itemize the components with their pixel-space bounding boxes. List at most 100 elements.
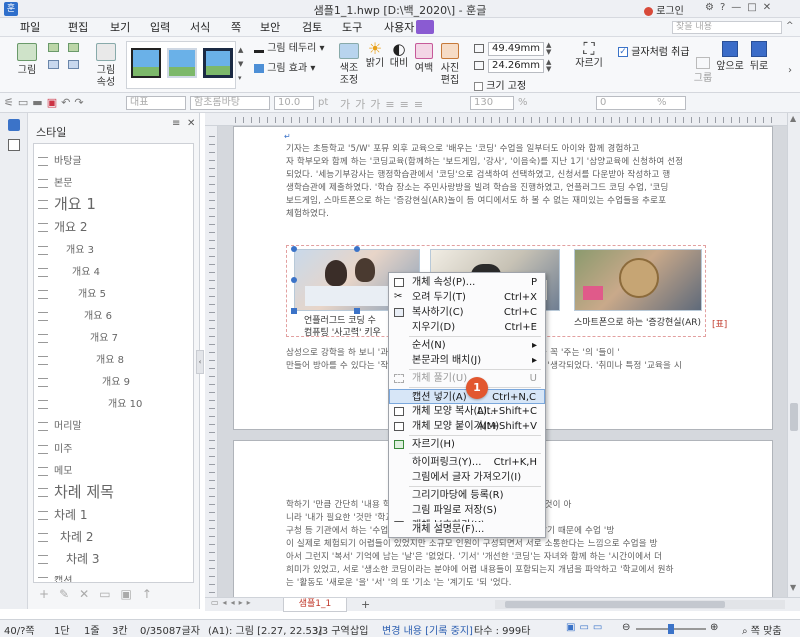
font-select[interactable]: 함초롬바탕 [190, 96, 270, 110]
open-style-icon[interactable]: ▭ [99, 587, 120, 601]
crop-button[interactable]: ⛶ 자르기 [574, 41, 604, 70]
add-tab-icon[interactable]: + [361, 598, 370, 611]
menu-file[interactable]: 파일 [20, 19, 40, 36]
open-icon[interactable]: ▬ [32, 96, 46, 109]
picture-link-icon[interactable] [68, 60, 80, 69]
style-select[interactable]: 대표 [126, 96, 186, 110]
insert-picture-small-icon[interactable] [48, 43, 59, 52]
menu-item-copy[interactable]: 복사하기(C) Ctrl+C [389, 305, 545, 320]
picture-caption-left[interactable]: 언플러그드 코딩 수 컴퓨팅 '사고력' 키우 [304, 315, 381, 339]
resize-handle[interactable] [354, 308, 360, 314]
menu-page[interactable]: 쪽 [231, 19, 241, 36]
menu-item-delete[interactable]: 지우기(D) Ctrl+E [389, 320, 545, 335]
style-item-14[interactable]: 메모 [38, 462, 72, 477]
save-icon[interactable]: ▣ [47, 96, 61, 109]
resize-handle[interactable] [354, 246, 360, 252]
gallery-scroll[interactable]: ▲ ▼ ▾ [238, 43, 243, 85]
zoom-level[interactable]: ⌕ 쪽 맞춤 [742, 622, 782, 637]
style-item-7[interactable]: 개요 6 [38, 307, 112, 322]
status-change-tracking[interactable]: 변경 내용 [기록 중지] [382, 622, 473, 637]
page-tab-icon[interactable] [8, 139, 20, 151]
login-button[interactable]: 로그인 [644, 2, 684, 17]
save-style-icon[interactable]: ▣ [121, 587, 142, 601]
minimize-icon[interactable]: — [731, 2, 747, 13]
picture-style-3[interactable] [203, 48, 233, 78]
style-item-4[interactable]: 개요 3 [38, 241, 94, 256]
vertical-ruler[interactable] [205, 126, 218, 597]
ribbon-more-icon[interactable]: › [788, 65, 792, 76]
options-icon[interactable]: ⚟ [4, 96, 18, 109]
search-field[interactable]: 찾을 내용 [672, 21, 782, 34]
style-item-18[interactable]: 차례 3 [38, 550, 100, 567]
bring-front-button[interactable]: 앞으로 [716, 41, 744, 73]
style-item-13[interactable]: 미주 [38, 440, 72, 455]
style-item-10[interactable]: 개요 9 [38, 373, 130, 388]
add-style-icon[interactable]: + [39, 587, 59, 601]
new-doc-icon[interactable]: ▭ [18, 96, 32, 109]
pane-menu-icon[interactable]: ≡ [172, 118, 180, 129]
delete-style-icon[interactable]: ✕ [79, 587, 99, 601]
style-item-16[interactable]: 차례 1 [38, 506, 88, 523]
group-button[interactable]: 그룹 [692, 57, 714, 85]
scroll-thumb[interactable] [790, 403, 798, 431]
brightness-button[interactable]: ☀ 밝기 [364, 41, 386, 70]
align-right-icon[interactable]: ≡ [414, 98, 428, 111]
picture-effect-button[interactable]: 그림 효과 ▾ [254, 63, 315, 75]
picture-frame-icon[interactable] [48, 60, 59, 69]
menu-item-order[interactable]: 순서(N) ▸ [389, 338, 545, 353]
style-item-12[interactable]: 머리말 [38, 417, 82, 432]
height-input[interactable]: 24.26 mm [488, 59, 544, 73]
replace-picture-icon[interactable] [68, 43, 80, 52]
menu-user[interactable]: 사용자 [384, 19, 414, 36]
tab-document[interactable]: 샘플1_1 [283, 598, 347, 612]
style-item-17[interactable]: 차례 2 [38, 528, 94, 545]
treat-as-text-checkbox[interactable]: ✓ 글자처럼 취급 [618, 43, 690, 58]
style-item-11[interactable]: 개요 10 [38, 395, 142, 410]
picture-caption-right[interactable]: 스마트폰으로 하는 '증강현실(AR) [574, 315, 701, 328]
align-center-icon[interactable]: ≡ [400, 98, 414, 111]
menu-item-description[interactable]: 개체 설명문(F)... [389, 522, 545, 537]
zoom-out-icon[interactable]: ⊖ [622, 622, 630, 633]
undo-icon[interactable]: ↶ [61, 96, 74, 109]
style-item-5[interactable]: 개요 4 [38, 263, 100, 278]
menu-view[interactable]: 보기 [110, 19, 130, 36]
settings-icon[interactable]: ⚙ [705, 2, 720, 13]
photo-edit-button[interactable]: 사진 편집 [438, 43, 462, 87]
menu-item-cut[interactable]: ✂ 오려 두기(T) Ctrl+X [389, 290, 545, 305]
view-mode-icons[interactable]: ▣▭▭ [566, 622, 606, 633]
help-icon[interactable]: ? [720, 2, 731, 13]
picture-style-1[interactable] [131, 48, 161, 78]
move-up-icon[interactable]: ↑ [142, 587, 162, 601]
maximize-icon[interactable]: □ [747, 2, 762, 13]
picture-3[interactable] [574, 249, 702, 311]
menu-item-save-picture[interactable]: 그림 파일로 저장(S) [389, 503, 545, 518]
menu-item-format-copy[interactable]: 개체 모양 복사(L)... Alt+Shift+C [389, 404, 545, 419]
style-item-0[interactable]: 바탕글 [38, 152, 82, 167]
style-item-2[interactable]: 개요 1 [38, 193, 96, 214]
menu-insert[interactable]: 입력 [150, 19, 170, 36]
style-item-8[interactable]: 개요 7 [38, 329, 118, 344]
menu-tools[interactable]: 도구 [342, 19, 362, 36]
contrast-button[interactable]: ◐ 대비 [388, 42, 410, 70]
width-input[interactable]: 49.49 mm [488, 42, 544, 56]
scroll-down-icon[interactable]: ▼ [790, 583, 796, 592]
tab-nav-icons[interactable]: ▭◂◂▸▸ [211, 598, 255, 607]
menu-item-register-gallery[interactable]: 그리기마당에 등록(R) [389, 488, 545, 503]
resize-handle[interactable] [291, 277, 297, 283]
scroll-up-icon[interactable]: ▲ [790, 114, 796, 123]
send-back-button[interactable]: 뒤로 [746, 41, 772, 73]
menu-review[interactable]: 검토 [302, 19, 322, 36]
bold-icon[interactable]: 가 [340, 98, 355, 111]
height-spin[interactable]: ▲ ▼ [546, 59, 551, 73]
width-spin[interactable]: ▲ ▼ [546, 42, 551, 56]
menu-item-properties[interactable]: 개체 속성(P)... P [389, 275, 545, 290]
style-item-1[interactable]: 본문 [38, 174, 72, 189]
style-item-6[interactable]: 개요 5 [38, 285, 106, 300]
fix-size-checkbox[interactable]: 크기 고정 [474, 77, 526, 92]
menu-item-crop[interactable]: 자르기(H) [389, 437, 545, 452]
size-input[interactable]: 10.0 [274, 96, 314, 110]
menu-item-wrap[interactable]: 본문과의 배치(J) ▸ [389, 353, 545, 368]
pane-collapse-handle[interactable]: ‹ [196, 350, 204, 374]
picture-button[interactable]: 그림 [12, 43, 42, 77]
status-insert[interactable]: 삽입 [350, 622, 368, 637]
